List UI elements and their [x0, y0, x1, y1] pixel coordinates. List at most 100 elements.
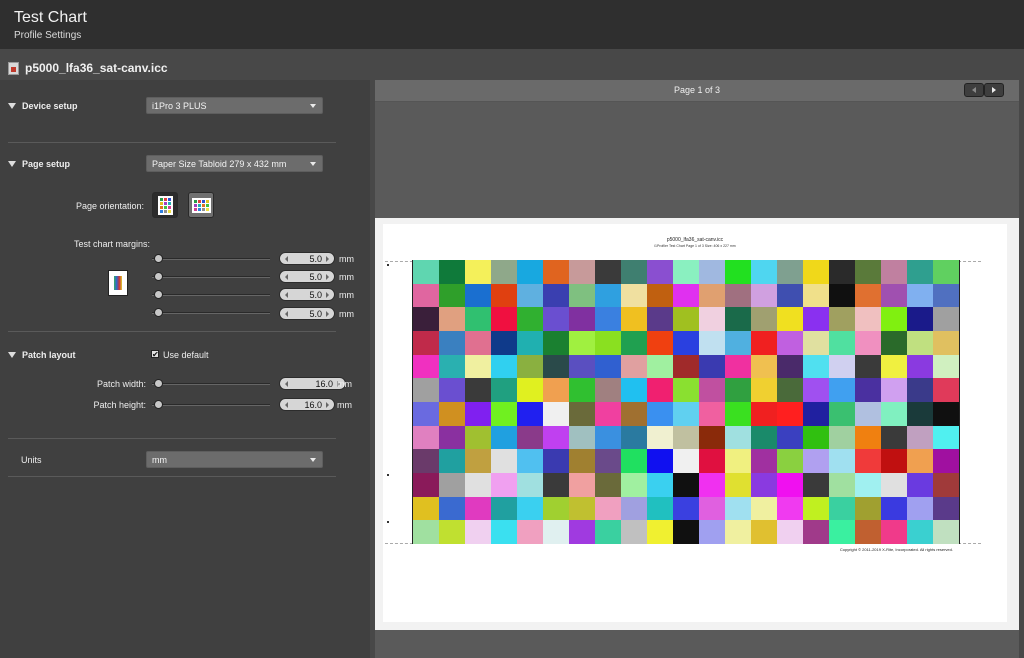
color-patch: [413, 283, 439, 308]
chevron-down-icon: [310, 458, 316, 462]
color-patch: [491, 472, 517, 497]
decrement-icon[interactable]: [285, 274, 288, 280]
color-patch: [517, 520, 543, 544]
increment-icon[interactable]: [326, 256, 329, 262]
patch-width-slider-track[interactable]: [152, 383, 270, 385]
chevron-down-icon: [310, 162, 316, 166]
color-patch: [881, 401, 907, 426]
margin-left-slider-track[interactable]: [152, 294, 270, 296]
color-patch: [543, 354, 569, 379]
decrement-icon[interactable]: [285, 292, 288, 298]
color-patch: [907, 449, 933, 473]
color-patch: [413, 401, 439, 426]
margin-left-unit: mm: [339, 290, 354, 300]
color-patch: [569, 472, 595, 497]
color-patch: [569, 354, 595, 379]
color-patch: [673, 354, 699, 379]
units-select[interactable]: mm: [146, 451, 323, 468]
color-patch: [699, 401, 725, 426]
color-patch: [621, 401, 647, 426]
color-patch: [543, 520, 569, 544]
color-patch: [699, 283, 725, 308]
window-subtitle: Profile Settings: [14, 30, 82, 41]
settings-panel: Device setup i1Pro 3 PLUS Page setup Pap…: [0, 80, 370, 658]
patch-width-slider-thumb[interactable]: [154, 379, 163, 388]
margin-left-stepper[interactable]: 5.0: [279, 288, 335, 301]
previous-page-button[interactable]: [964, 83, 984, 97]
test-chart-margins-label: Test chart margins:: [73, 239, 150, 249]
margin-right-value: 5.0: [309, 308, 322, 319]
paper-size-select[interactable]: Paper Size Tabloid 279 x 432 mm: [146, 155, 323, 172]
color-patch: [829, 283, 855, 308]
patch-height-slider-thumb[interactable]: [154, 400, 163, 409]
color-patch: [543, 449, 569, 473]
color-patch: [907, 378, 933, 402]
color-patch: [777, 330, 803, 355]
color-patch: [699, 520, 725, 544]
color-patch: [725, 307, 751, 331]
margin-right-slider-thumb[interactable]: [154, 308, 163, 317]
color-patch: [777, 425, 803, 450]
color-patch: [777, 520, 803, 544]
color-patch: [517, 330, 543, 355]
color-patch: [543, 260, 569, 284]
margin-left-slider-thumb[interactable]: [154, 290, 163, 299]
margin-bottom-slider-thumb[interactable]: [154, 272, 163, 281]
margin-top-stepper[interactable]: 5.0: [279, 252, 335, 265]
landscape-orientation-button[interactable]: [188, 192, 214, 218]
patch-height-label: Patch height:: [93, 400, 146, 410]
color-patch: [751, 260, 777, 284]
color-patch: [699, 496, 725, 521]
margin-bottom-stepper[interactable]: 5.0: [279, 270, 335, 283]
increment-icon[interactable]: [326, 292, 329, 298]
color-patch: [699, 449, 725, 473]
color-patch: [855, 472, 881, 497]
disclosure-triangle-icon: [8, 103, 16, 109]
color-patch: [803, 283, 829, 308]
color-patch: [855, 425, 881, 450]
color-patch: [465, 307, 491, 331]
color-patch: [491, 378, 517, 402]
portrait-orientation-button[interactable]: [152, 192, 178, 218]
decrement-icon[interactable]: [285, 402, 288, 408]
color-patch-grid: [413, 260, 959, 544]
color-patch: [491, 283, 517, 308]
page-setup-toggle[interactable]: Page setup: [8, 159, 70, 169]
color-patch: [543, 283, 569, 308]
margin-top-slider-track[interactable]: [152, 258, 270, 260]
color-patch: [491, 401, 517, 426]
color-patch: [517, 307, 543, 331]
color-patch: [933, 260, 959, 284]
increment-icon[interactable]: [326, 402, 329, 408]
color-patch: [595, 472, 621, 497]
color-patch: [751, 378, 777, 402]
color-patch: [881, 354, 907, 379]
color-patch: [907, 260, 933, 284]
divider: [8, 331, 336, 332]
next-page-button[interactable]: [984, 83, 1004, 97]
margin-right-slider-track[interactable]: [152, 312, 270, 314]
patch-width-stepper[interactable]: 16.0: [279, 377, 346, 390]
device-select[interactable]: i1Pro 3 PLUS: [146, 97, 323, 114]
color-patch: [569, 330, 595, 355]
decrement-icon[interactable]: [285, 381, 288, 387]
patch-height-slider-track[interactable]: [152, 404, 270, 406]
color-patch: [465, 283, 491, 308]
color-patch: [647, 307, 673, 331]
color-patch: [699, 307, 725, 331]
increment-icon[interactable]: [326, 311, 329, 317]
decrement-icon[interactable]: [285, 256, 288, 262]
test-chart-page: p5000_lfa36_sat-canv.icc i1Profiler Test…: [383, 224, 1007, 622]
color-patch: [855, 449, 881, 473]
margin-right-stepper[interactable]: 5.0: [279, 307, 335, 320]
color-patch: [595, 354, 621, 379]
patch-layout-toggle[interactable]: Patch layout: [8, 350, 76, 360]
decrement-icon[interactable]: [285, 311, 288, 317]
patch-height-stepper[interactable]: 16.0: [279, 398, 335, 411]
use-default-checkbox[interactable]: ✔: [151, 350, 159, 359]
color-patch: [803, 496, 829, 521]
margin-top-slider-thumb[interactable]: [154, 254, 163, 263]
margin-bottom-slider-track[interactable]: [152, 276, 270, 278]
device-setup-toggle[interactable]: Device setup: [8, 101, 78, 111]
increment-icon[interactable]: [326, 274, 329, 280]
